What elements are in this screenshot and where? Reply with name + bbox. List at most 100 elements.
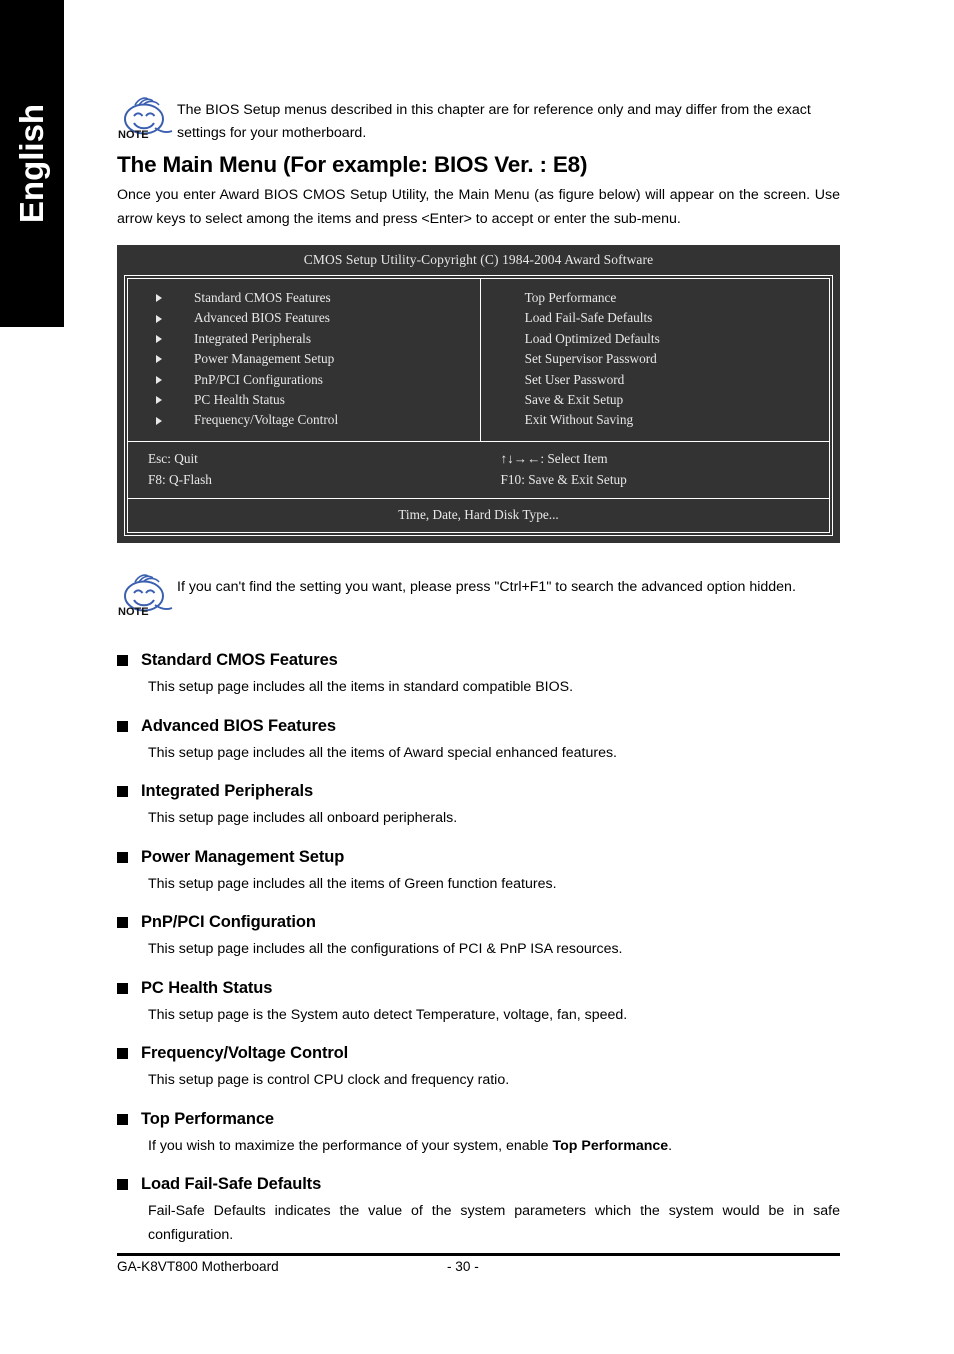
language-tab-label: English (13, 103, 50, 224)
feature-section-heading: PnP/PCI Configuration (117, 913, 840, 932)
bios-frame-outer: Standard CMOS Features Advanced BIOS Fea… (124, 275, 833, 537)
footer-divider (117, 1253, 840, 1256)
bios-menu-item[interactable]: Set User Password (525, 370, 829, 390)
feature-section-list: Standard CMOS Features This setup page i… (117, 651, 840, 1247)
feature-section-title: Power Management Setup (141, 847, 345, 866)
bios-menu-item[interactable]: Advanced BIOS Features (156, 308, 480, 328)
feature-section-heading: Integrated Peripherals (117, 782, 840, 801)
feature-section: Frequency/Voltage Control This setup pag… (117, 1044, 840, 1093)
square-bullet-icon (117, 1113, 128, 1125)
bios-status-bar: Time, Date, Hard Disk Type... (398, 507, 559, 523)
feature-body-emphasis: Top Performance (552, 1137, 669, 1154)
bios-menu-item-label: Frequency/Voltage Control (194, 412, 339, 428)
bios-key-legend-left: Esc: Quit F8: Q-Flash (128, 449, 479, 491)
triangle-right-icon (156, 314, 162, 323)
feature-section: Load Fail-Safe Defaults Fail-Safe Defaul… (117, 1175, 840, 1247)
square-bullet-icon (117, 1179, 128, 1191)
feature-section-body: This setup page includes all onboard per… (148, 810, 458, 827)
bios-menu-item[interactable]: Exit Without Saving (525, 410, 829, 430)
feature-section-body: If you wish to maximize the performance … (148, 1135, 840, 1159)
bios-menu-item[interactable]: Power Management Setup (156, 349, 480, 369)
bios-title-bar: CMOS Setup Utility-Copyright (C) 1984-20… (303, 252, 654, 267)
feature-section-body: This setup page is control CPU clock and… (148, 1072, 510, 1089)
triangle-right-icon (156, 375, 162, 384)
bios-menu-right-column: Top Performance Load Fail-Safe Defaults … (481, 279, 829, 441)
square-bullet-icon (117, 982, 128, 994)
square-bullet-icon (117, 786, 128, 798)
svg-text:NOTE: NOTE (118, 606, 149, 618)
square-bullet-icon (117, 917, 128, 929)
feature-section-heading: Frequency/Voltage Control (117, 1044, 840, 1063)
feature-section-body: This setup page includes all the configu… (148, 941, 623, 958)
bios-menu-left-column: Standard CMOS Features Advanced BIOS Fea… (128, 279, 481, 441)
bios-menu-item-label: Integrated Peripherals (194, 330, 312, 346)
feature-section-title: Standard CMOS Features (141, 651, 338, 670)
page-title: The Main Menu (For example: BIOS Ver. : … (117, 152, 588, 177)
note-smiley-icon: NOTE (117, 96, 177, 144)
bios-menu-item[interactable]: Top Performance (525, 288, 829, 308)
feature-section-heading: Load Fail-Safe Defaults (117, 1175, 840, 1194)
note-callout-top: NOTE The BIOS Setup menus described in t… (117, 96, 840, 145)
feature-section-heading: PC Health Status (117, 979, 840, 998)
feature-section: Integrated Peripherals This setup page i… (117, 782, 840, 831)
feature-section-body: This setup page is the System auto detec… (148, 1006, 628, 1023)
bios-menu-columns: Standard CMOS Features Advanced BIOS Fea… (128, 279, 829, 442)
bios-menu-item[interactable]: Standard CMOS Features (156, 288, 480, 308)
bios-menu-item[interactable]: PC Health Status (156, 390, 480, 410)
svg-text:NOTE: NOTE (118, 129, 149, 141)
bios-menu-item[interactable]: Integrated Peripherals (156, 329, 480, 349)
feature-section-heading: Top Performance (117, 1110, 840, 1129)
feature-section-body: This setup page includes all the items o… (148, 744, 617, 761)
feature-section-title: Load Fail-Safe Defaults (141, 1175, 322, 1194)
bios-key-hint: Esc: Quit (148, 450, 198, 466)
feature-section: Power Management Setup This setup page i… (117, 848, 840, 897)
feature-section-heading: Power Management Setup (117, 848, 840, 867)
bios-key-legend: Esc: Quit F8: Q-Flash ↑↓→←: Select Item … (128, 442, 829, 500)
feature-body-pre: If you wish to maximize the performance … (148, 1137, 553, 1154)
triangle-right-icon (156, 396, 162, 405)
feature-section-heading: Advanced BIOS Features (117, 717, 840, 736)
feature-section-body: This setup page includes all the items i… (148, 679, 574, 696)
bios-menu-item-label: Power Management Setup (194, 351, 335, 367)
bios-key-legend-right: ↑↓→←: Select Item F10: Save & Exit Setup (479, 449, 830, 491)
feature-section-title: PnP/PCI Configuration (141, 913, 316, 932)
note-smiley-icon: NOTE (117, 573, 177, 621)
bios-menu-item-label: PC Health Status (194, 392, 285, 408)
bios-key-hint: F8: Q-Flash (148, 471, 212, 487)
feature-section: Top Performance If you wish to maximize … (117, 1110, 840, 1159)
square-bullet-icon (117, 851, 128, 863)
feature-section-heading: Standard CMOS Features (117, 651, 840, 670)
page-footer: GA-K8VT800 Motherboard - 30 - (117, 1259, 840, 1274)
bios-menu-item[interactable]: Load Fail-Safe Defaults (525, 308, 829, 328)
feature-section: PC Health Status This setup page is the … (117, 979, 840, 1028)
square-bullet-icon (117, 1048, 128, 1060)
feature-section-title: Frequency/Voltage Control (141, 1044, 349, 1063)
feature-section-body: Fail-Safe Defaults indicates the value o… (148, 1203, 840, 1243)
footer-page-number: - 30 - (447, 1259, 479, 1274)
bios-key-hint: F10: Save & Exit Setup (500, 471, 627, 487)
bios-menu-item-label: PnP/PCI Configurations (194, 371, 323, 387)
bios-menu-item[interactable]: Frequency/Voltage Control (156, 410, 480, 430)
note-text: The BIOS Setup menus described in this c… (177, 102, 811, 141)
intro-paragraph: Once you enter Award BIOS CMOS Setup Uti… (117, 187, 840, 227)
footer-product-name: GA-K8VT800 Motherboard (117, 1259, 279, 1274)
bios-menu-item[interactable]: PnP/PCI Configurations (156, 370, 480, 390)
square-bullet-icon (117, 720, 128, 732)
bios-menu-item[interactable]: Set Supervisor Password (525, 349, 829, 369)
square-bullet-icon (117, 655, 128, 667)
triangle-right-icon (156, 355, 162, 364)
feature-body-post: . (668, 1137, 673, 1154)
feature-section-body: This setup page includes all the items o… (148, 875, 557, 892)
triangle-right-icon (156, 335, 162, 344)
feature-section-title: Integrated Peripherals (141, 782, 314, 801)
feature-section-title: Advanced BIOS Features (141, 716, 336, 735)
bios-menu-item[interactable]: Load Optimized Defaults (525, 329, 829, 349)
feature-section: Standard CMOS Features This setup page i… (117, 651, 840, 700)
language-tab-sidebar: English (0, 0, 64, 327)
bios-menu-item-label: Standard CMOS Features (194, 290, 331, 305)
triangle-right-icon (156, 416, 162, 425)
note-callout-bottom: NOTE If you can't find the setting you w… (117, 573, 840, 621)
bios-setup-screenshot: CMOS Setup Utility-Copyright (C) 1984-20… (117, 245, 840, 544)
bios-menu-item[interactable]: Save & Exit Setup (525, 390, 829, 410)
bios-frame-inner: Standard CMOS Features Advanced BIOS Fea… (127, 278, 830, 534)
